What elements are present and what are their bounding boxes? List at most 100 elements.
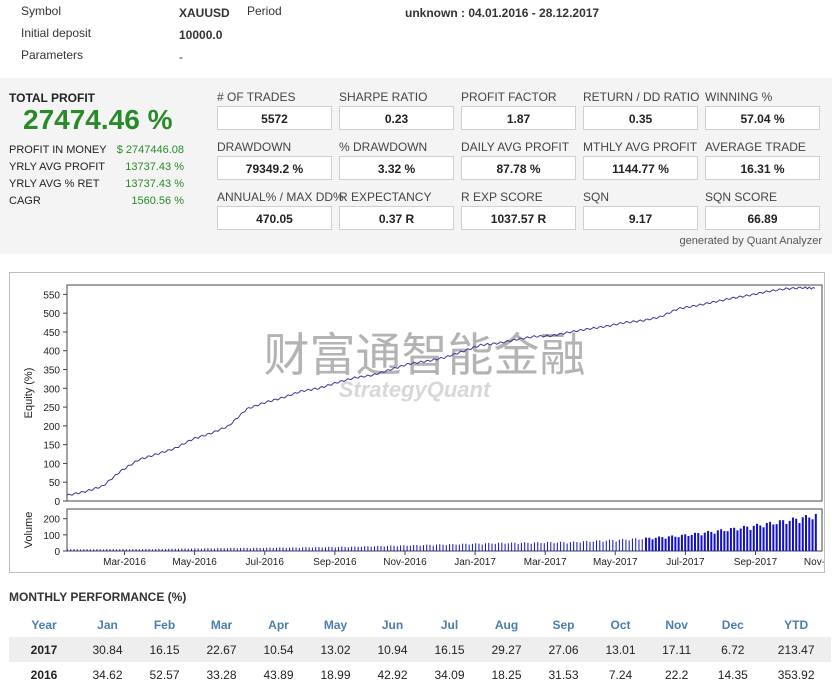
y-tick-label: 350 (43, 366, 60, 377)
volume-tick-label: 200 (43, 515, 60, 526)
volume-bar (161, 548, 163, 551)
volume-bar (667, 536, 670, 551)
annual-maxdd-label: ANNUAL% / MAX DD% (217, 190, 344, 204)
total-profit-value: 27474.46 % (23, 104, 173, 135)
volume-bar (151, 549, 153, 551)
generated-by: generated by Quant Analyzer (679, 235, 822, 247)
volume-bar (808, 517, 811, 551)
volume-bar (638, 539, 640, 551)
monthly-table: Year Jan Feb Mar Apr May Jun Jul Aug Sep… (9, 612, 831, 687)
profit-factor-label: PROFIT FACTOR (461, 90, 557, 104)
pct-drawdown-value: 3.32 % (339, 156, 454, 180)
volume-bar (275, 547, 277, 551)
r-expectancy-value: 0.37 R (339, 206, 454, 230)
volume-bar (204, 548, 206, 551)
volume-bar (357, 546, 359, 551)
volume-bar (631, 538, 633, 551)
volume-bar (236, 548, 238, 551)
r-exp-score-value: 1037.57 R (461, 206, 576, 230)
volume-bar (805, 515, 808, 551)
volume-bar (605, 540, 607, 551)
volume-bar (645, 537, 648, 551)
volume-bar (785, 523, 788, 551)
volume-bar (426, 544, 428, 551)
x-tick-label: Jan-2017 (454, 557, 496, 568)
volume-bar (393, 545, 395, 551)
volume-bar (814, 513, 817, 551)
yrly-avg-profit-value: 13737.43 % (125, 161, 184, 173)
yrly-avg-profit-label: YRLY AVG PROFIT (9, 161, 105, 173)
volume-bar (517, 543, 519, 551)
cell: 10.54 (250, 637, 307, 662)
col-jul: Jul (440, 617, 459, 632)
r-exp-score-label: R EXP SCORE (461, 190, 543, 204)
x-tick-label: May-2016 (172, 557, 217, 568)
volume-bar (775, 524, 778, 551)
col-jun: Jun (381, 617, 404, 632)
watermark-brand: StrategyQuant (339, 377, 492, 402)
cell: 18.25 (491, 667, 522, 682)
x-tick-label: Mar-2016 (103, 557, 146, 568)
volume-bar (279, 547, 281, 551)
volume-bar (710, 531, 713, 551)
volume-bar (756, 523, 759, 551)
cell-ytd: 213.47 (761, 637, 831, 662)
volume-bar (739, 528, 742, 551)
cagr-label: CAGR (9, 195, 41, 207)
volume-bar (292, 547, 294, 551)
volume-bar (197, 548, 199, 551)
volume-bar (109, 549, 111, 551)
cell: 7.24 (608, 667, 633, 682)
volume-bar (455, 544, 457, 551)
r-expectancy-label: R EXPECTANCY (339, 190, 432, 204)
parameters-label: Parameters (21, 48, 84, 62)
volume-bar (422, 545, 424, 551)
col-nov: Nov (665, 617, 688, 632)
volume-bar (318, 547, 320, 551)
volume-bar (769, 521, 772, 551)
equity-chart: 0 50 100 150 200 250 300 350 400 450 500 550 0 100 200… (23, 284, 832, 568)
volume-bar (746, 526, 749, 551)
cell: 22.67 (193, 637, 250, 662)
volume-bar (334, 547, 336, 551)
volume-bar (223, 548, 225, 551)
volume-bar (801, 517, 804, 551)
volume-bar (240, 548, 242, 551)
symbol-label: Symbol (21, 4, 62, 18)
volume-bar (67, 549, 68, 551)
volume-bar (102, 549, 104, 551)
profit-money-value: $ 2747446.08 (116, 144, 184, 156)
volume-bar (615, 541, 617, 551)
volume-bar (181, 548, 183, 551)
volume-bar (246, 547, 248, 551)
y-tick-label: 150 (43, 441, 60, 452)
volume-bar (272, 547, 274, 551)
volume-bar (582, 541, 584, 551)
volume-bar (311, 547, 313, 551)
volume-bar (752, 525, 755, 551)
mthly-avg-value: 1144.77 % (583, 156, 698, 180)
col-year: Year (31, 617, 57, 632)
row-year: 2016 (30, 667, 58, 682)
volume-bar (442, 544, 444, 551)
volume-bar (194, 548, 196, 551)
volume-bar (671, 535, 674, 551)
volume-bar (227, 548, 229, 551)
cell: 10.94 (364, 637, 421, 662)
volume-bar (135, 549, 137, 551)
volume-bar (413, 544, 415, 551)
volume-bar (406, 545, 408, 551)
volume-bar (380, 546, 382, 551)
cell: 27.06 (535, 637, 592, 662)
volume-bar (651, 539, 654, 551)
volume-bar (648, 537, 651, 551)
volume-bar (282, 547, 284, 551)
volume-bar (308, 547, 310, 551)
volume-bar (641, 539, 643, 551)
y-tick-label: 450 (43, 328, 60, 339)
volume-bar (76, 549, 78, 551)
volume-bar (125, 549, 127, 551)
volume-bar (259, 547, 261, 551)
volume-bar (106, 549, 108, 551)
volume-bar (465, 543, 467, 551)
